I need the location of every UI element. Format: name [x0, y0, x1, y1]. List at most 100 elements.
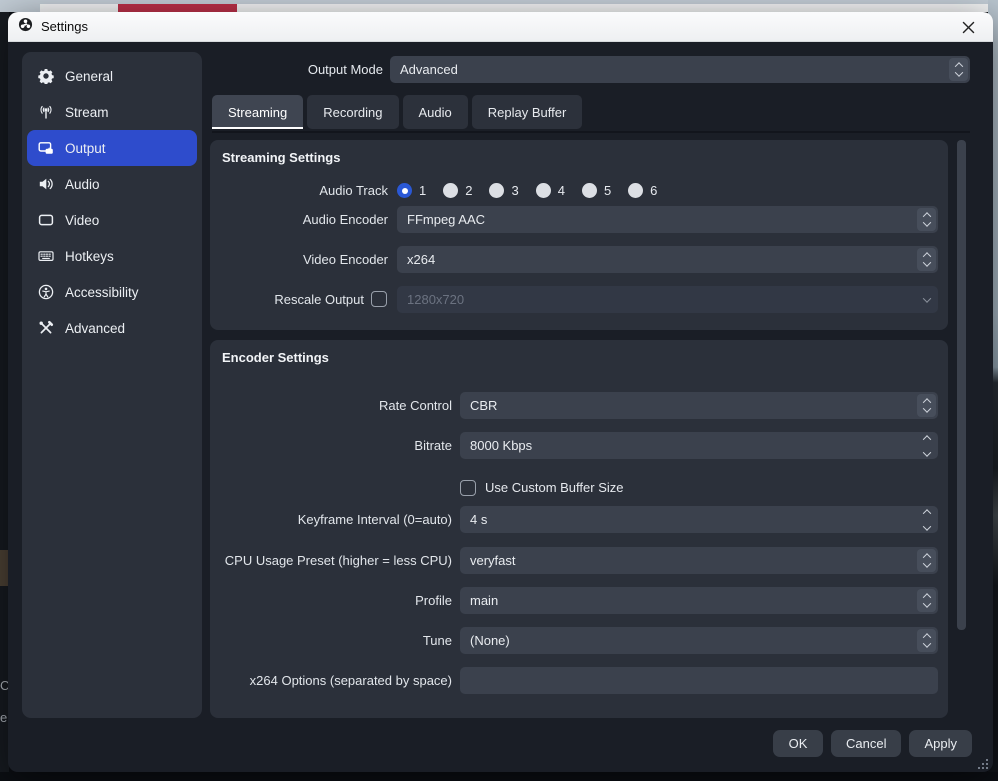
- output-mode-value: Advanced: [400, 62, 458, 77]
- tab-streaming[interactable]: Streaming: [212, 95, 303, 129]
- spinner-icon[interactable]: [917, 394, 936, 417]
- background-red-bar: [118, 4, 237, 12]
- dialog-title: Settings: [41, 19, 88, 34]
- spinner-icon[interactable]: [949, 58, 968, 81]
- output-tabs: Streaming Recording Audio Replay Buffer: [212, 95, 582, 129]
- tab-pane-divider: [212, 131, 970, 133]
- tune-label: Tune: [210, 627, 452, 654]
- x264-options-label: x264 Options (separated by space): [210, 667, 452, 694]
- rescale-output-row: Rescale Output 1280x720: [210, 286, 948, 313]
- bitrate-row: Bitrate 8000 Kbps: [210, 432, 948, 459]
- obs-logo-icon: [18, 17, 33, 37]
- radio-icon: [628, 183, 643, 198]
- sidebar-item-accessibility[interactable]: Accessibility: [27, 274, 197, 310]
- settings-dialog: Settings General Stream Output: [8, 12, 993, 772]
- tab-recording[interactable]: Recording: [307, 95, 398, 129]
- ok-button[interactable]: OK: [773, 730, 823, 757]
- audio-encoder-select[interactable]: FFmpeg AAC: [397, 206, 938, 233]
- rescale-resolution-combo[interactable]: 1280x720: [397, 286, 938, 313]
- sidebar-item-general[interactable]: General: [27, 58, 197, 94]
- gear-icon: [38, 68, 54, 84]
- sidebar-item-label: Video: [65, 213, 99, 228]
- rate-control-row: Rate Control CBR: [210, 392, 948, 419]
- cancel-button[interactable]: Cancel: [831, 730, 901, 757]
- x264-options-input[interactable]: [460, 667, 938, 694]
- resize-grip[interactable]: [975, 756, 988, 769]
- spinner-icon[interactable]: [917, 208, 936, 231]
- output-mode-label: Output Mode: [212, 56, 383, 84]
- sidebar-item-label: Stream: [65, 105, 109, 120]
- sidebar-item-hotkeys[interactable]: Hotkeys: [27, 238, 197, 274]
- radio-icon: [443, 183, 458, 198]
- audio-track-radio-5[interactable]: 5: [582, 183, 611, 198]
- audio-track-radio-2[interactable]: 2: [443, 183, 472, 198]
- tune-row: Tune (None): [210, 627, 948, 654]
- audio-track-radio-1[interactable]: 1: [397, 183, 426, 198]
- sidebar-item-label: Output: [65, 141, 106, 156]
- rate-control-select[interactable]: CBR: [460, 392, 938, 419]
- profile-row: Profile main: [210, 587, 948, 614]
- radio-icon: [536, 183, 551, 198]
- sidebar-item-label: Advanced: [65, 321, 125, 336]
- monitor-icon: [38, 212, 54, 228]
- sidebar-item-advanced[interactable]: Advanced: [27, 310, 197, 346]
- sidebar-item-label: Audio: [65, 177, 100, 192]
- bitrate-label: Bitrate: [210, 432, 452, 459]
- broadcast-icon: [38, 104, 54, 120]
- cpu-preset-select[interactable]: veryfast: [460, 547, 938, 574]
- background-bottom-strip: [0, 772, 998, 781]
- dialog-titlebar[interactable]: Settings: [8, 12, 993, 42]
- close-icon[interactable]: [955, 12, 981, 42]
- audio-track-radio-group: 1 2 3 4 5 6: [397, 177, 938, 204]
- keyboard-icon: [38, 248, 54, 264]
- audio-encoder-row: Audio Encoder FFmpeg AAC: [210, 206, 948, 233]
- chevron-down-icon: [917, 288, 936, 311]
- spinner-icon[interactable]: [917, 549, 936, 572]
- cpu-preset-label: CPU Usage Preset (higher = less CPU): [210, 547, 452, 574]
- video-encoder-label: Video Encoder: [210, 246, 388, 273]
- vertical-scrollbar[interactable]: [957, 140, 966, 630]
- audio-track-row: Audio Track 1 2 3 4 5 6: [210, 177, 948, 204]
- video-encoder-select[interactable]: x264: [397, 246, 938, 273]
- radio-icon: [397, 183, 412, 198]
- sidebar-item-video[interactable]: Video: [27, 202, 197, 238]
- profile-select[interactable]: main: [460, 587, 938, 614]
- profile-label: Profile: [210, 587, 452, 614]
- custom-buffer-row: Use Custom Buffer Size: [210, 474, 948, 501]
- rate-control-label: Rate Control: [210, 392, 452, 419]
- tools-icon: [38, 320, 54, 336]
- section-title: Streaming Settings: [222, 150, 340, 165]
- output-mode-select[interactable]: Advanced: [390, 56, 970, 83]
- tab-replay-buffer[interactable]: Replay Buffer: [472, 95, 583, 129]
- use-custom-buffer-label: Use Custom Buffer Size: [485, 480, 623, 495]
- audio-track-radio-3[interactable]: 3: [489, 183, 518, 198]
- keyframe-interval-label: Keyframe Interval (0=auto): [210, 506, 452, 533]
- audio-track-radio-4[interactable]: 4: [536, 183, 565, 198]
- settings-sidebar: General Stream Output Audio Video: [22, 52, 202, 718]
- use-custom-buffer-checkbox[interactable]: [460, 480, 476, 496]
- screen: Ca er Settings General Stream: [0, 0, 998, 781]
- rescale-output-checkbox[interactable]: [371, 291, 387, 307]
- bitrate-spinbox[interactable]: 8000 Kbps: [460, 432, 938, 459]
- dialog-footer: OK Cancel Apply: [773, 730, 972, 757]
- spinner-icon[interactable]: [917, 434, 936, 457]
- keyframe-interval-spinbox[interactable]: 4 s: [460, 506, 938, 533]
- sidebar-item-output[interactable]: Output: [27, 130, 197, 166]
- sidebar-item-audio[interactable]: Audio: [27, 166, 197, 202]
- spinner-icon[interactable]: [917, 589, 936, 612]
- sidebar-item-stream[interactable]: Stream: [27, 94, 197, 130]
- speaker-icon: [38, 176, 54, 192]
- apply-button[interactable]: Apply: [909, 730, 972, 757]
- spinner-icon[interactable]: [917, 508, 936, 531]
- spinner-icon[interactable]: [917, 629, 936, 652]
- encoder-settings-panel: Encoder Settings Rate Control CBR Bitrat…: [210, 340, 948, 718]
- radio-icon: [582, 183, 597, 198]
- tune-select[interactable]: (None): [460, 627, 938, 654]
- sidebar-item-label: Accessibility: [65, 285, 139, 300]
- output-icon: [38, 140, 54, 156]
- sidebar-item-label: General: [65, 69, 113, 84]
- tab-audio[interactable]: Audio: [403, 95, 468, 129]
- audio-track-radio-6[interactable]: 6: [628, 183, 657, 198]
- spinner-icon[interactable]: [917, 248, 936, 271]
- video-encoder-row: Video Encoder x264: [210, 246, 948, 273]
